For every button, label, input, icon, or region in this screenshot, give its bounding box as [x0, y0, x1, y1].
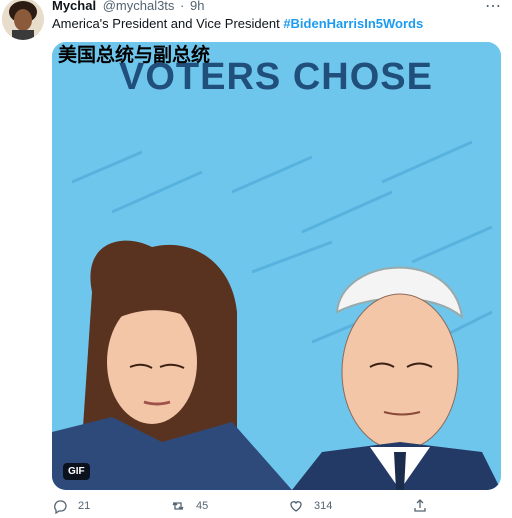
- author-handle[interactable]: @mychal3ts: [103, 0, 175, 13]
- like-button[interactable]: 314: [288, 498, 332, 514]
- avatar-image: [2, 0, 44, 40]
- tweet-actions: 21 45 314: [52, 498, 492, 518]
- tweet-header: Mychal @mychal3ts · 9h: [52, 0, 204, 14]
- share-icon: [414, 499, 426, 512]
- gif-illustration: VOTERS CHOSE: [52, 42, 501, 490]
- avatar[interactable]: [2, 0, 44, 40]
- tweet[interactable]: Mychal @mychal3ts · 9h ⋯ America's Presi…: [0, 0, 512, 514]
- reply-icon: [54, 500, 67, 514]
- overlay-caption: 美国总统与副总统: [58, 44, 211, 66]
- tweet-body: America's President and Vice President: [52, 16, 284, 31]
- like-count: 314: [314, 500, 333, 512]
- separator: ·: [180, 0, 185, 13]
- reply-button[interactable]: 21: [52, 498, 90, 514]
- author-name[interactable]: Mychal: [52, 0, 96, 13]
- retweet-count: 45: [196, 500, 209, 512]
- timestamp[interactable]: 9h: [190, 0, 204, 13]
- heart-icon: [290, 501, 302, 512]
- reply-count: 21: [78, 500, 91, 512]
- gif-media[interactable]: VOTERS CHOSE: [52, 42, 501, 490]
- share-button[interactable]: [412, 498, 428, 514]
- retweet-icon: [172, 502, 184, 510]
- gif-badge: GIF: [63, 463, 90, 480]
- tweet-text: America's President and Vice President #…: [52, 16, 423, 31]
- hashtag-link[interactable]: #BidenHarrisIn5Words: [283, 16, 423, 31]
- more-horizontal-icon[interactable]: ⋯: [485, 0, 502, 16]
- retweet-button[interactable]: 45: [170, 498, 208, 514]
